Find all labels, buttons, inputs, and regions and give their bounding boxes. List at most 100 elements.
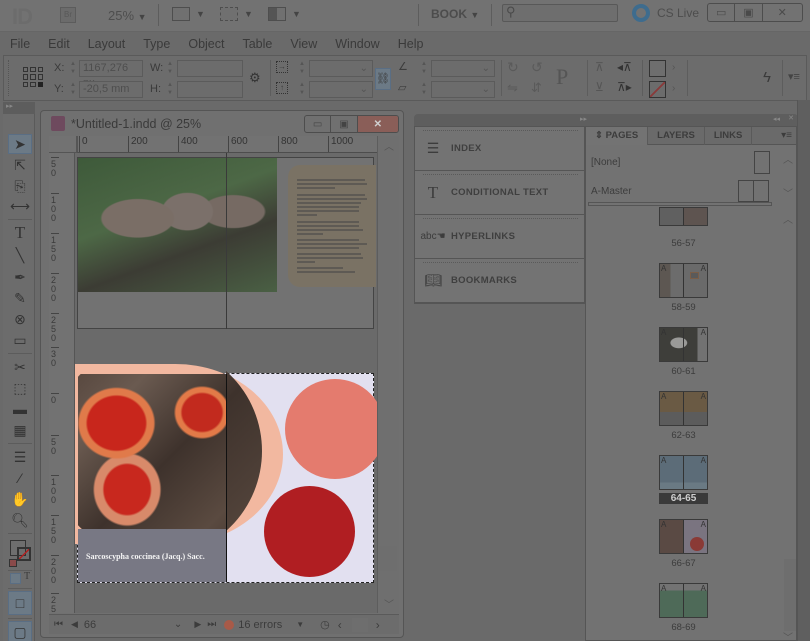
x-field[interactable]: 1167,276 px <box>79 60 143 89</box>
page-tool-icon[interactable]: ⎘ <box>8 176 32 196</box>
mushroom-photo[interactable] <box>78 158 277 292</box>
pasteboard[interactable]: Sarcoscypha coccinea (Jacq.) Sacc. <box>75 153 377 613</box>
shear-dropdown[interactable]: ⌄ <box>431 81 495 98</box>
panel-menu-icon[interactable]: ▾≡ <box>788 70 800 83</box>
dock-header[interactable]: ▸▸ ◂◂ ✕ <box>414 114 798 126</box>
scale-x-dropdown[interactable]: ⌄ <box>309 60 373 77</box>
document-minimize-button[interactable]: ▭ <box>305 116 332 132</box>
spread-label-selected[interactable]: 64-65 <box>659 493 708 504</box>
hand-tool-icon[interactable]: ✋ <box>8 489 32 509</box>
normal-view-mode-icon[interactable]: □ <box>8 591 32 615</box>
menu-help[interactable]: Help <box>398 37 424 51</box>
expand-panel-icon[interactable]: ▸▸ <box>3 102 35 114</box>
master-a-thumbnail-right[interactable] <box>753 180 769 202</box>
zoom-level-dropdown[interactable]: 25% ▼ <box>108 8 147 23</box>
reference-point-icon[interactable] <box>23 67 43 87</box>
select-next-object-icon[interactable]: ⊼▸ <box>617 80 632 94</box>
scroll-up-icon[interactable]: ︿ <box>783 211 793 226</box>
red-circle[interactable] <box>264 486 355 577</box>
tab-pages[interactable]: ⇕ PAGES <box>586 127 649 145</box>
chevron-down-icon[interactable]: ▼ <box>296 620 304 629</box>
rotate-cw-icon[interactable]: ↻ <box>507 59 519 76</box>
expand-dock-icon[interactable]: ▸▸ <box>580 115 587 123</box>
rectangle-tool-icon[interactable]: ▭ <box>8 330 32 350</box>
spread-thumbnail[interactable]: AA <box>659 455 708 490</box>
select-container-icon[interactable]: ⊼ <box>595 60 604 74</box>
master-a[interactable]: A-Master <box>591 186 632 197</box>
spread-label[interactable]: 56-57 <box>659 238 708 249</box>
photo-caption[interactable]: Sarcoscypha coccinea (Jacq.) Sacc. <box>86 552 205 561</box>
flip-horizontal-icon[interactable]: ⇋ <box>507 80 518 96</box>
y-field[interactable]: -20,5 mm <box>79 81 143 98</box>
screen-mode-icon[interactable]: ▢ <box>8 621 32 641</box>
restore-button[interactable]: ▣ <box>735 4 763 21</box>
direct-selection-tool-icon[interactable]: ⇱ <box>8 155 32 175</box>
document-close-button[interactable]: ✕ <box>357 116 398 132</box>
panel-index[interactable]: ☰ INDEX <box>415 127 586 171</box>
page-number-field[interactable]: 66 <box>84 619 174 631</box>
minimize-button[interactable]: ▭ <box>708 4 736 21</box>
gradient-feather-tool-icon[interactable]: ▦ <box>8 420 32 440</box>
gap-tool-icon[interactable]: ⟷ <box>8 196 32 216</box>
spread-label[interactable]: 66-67 <box>659 558 708 569</box>
fill-swatch[interactable] <box>649 60 666 77</box>
open-page-icon[interactable]: ◷ <box>320 618 330 631</box>
spread-thumbnail[interactable]: AA <box>659 327 708 362</box>
scale-y-stepper[interactable]: ▲ ▼ <box>297 81 307 98</box>
scroll-up-icon[interactable]: ︿ <box>384 138 394 153</box>
stroke-color-icon[interactable] <box>17 547 31 561</box>
pencil-tool-icon[interactable]: ✎ <box>8 288 32 308</box>
panel-conditional-text[interactable]: T CONDITIONAL TEXT <box>415 171 586 215</box>
scroll-right-icon[interactable]: › <box>376 618 380 632</box>
default-colors-icon[interactable] <box>9 559 17 567</box>
arrange-documents-button[interactable]: ▼ <box>268 7 301 21</box>
rotation-stepper[interactable]: ▲ ▼ <box>419 60 429 77</box>
cs-live-button[interactable]: CS Live <box>657 6 699 20</box>
menu-table[interactable]: Table <box>242 37 272 51</box>
bridge-button[interactable]: Br <box>60 7 76 23</box>
rotate-ccw-icon[interactable]: ↺ <box>531 59 543 76</box>
w-stepper[interactable]: ▲ ▼ <box>165 60 175 77</box>
shear-stepper[interactable]: ▲ ▼ <box>419 81 429 98</box>
chevron-down-icon[interactable]: ⌄ <box>174 619 182 630</box>
spread-active[interactable]: Sarcoscypha coccinea (Jacq.) Sacc. <box>75 364 377 583</box>
workspace-switcher[interactable]: BOOK ▼ <box>431 7 479 21</box>
panel-grip[interactable] <box>8 60 11 96</box>
scroll-down-icon[interactable]: ﹀ <box>783 629 793 641</box>
first-page-icon[interactable]: ⏮ <box>54 619 63 630</box>
selection-tool-icon[interactable]: ➤ <box>8 134 32 154</box>
preflight-status[interactable]: 16 errors <box>238 619 296 631</box>
master-none-thumbnail[interactable] <box>754 151 770 174</box>
formatting-container-icon[interactable] <box>10 573 21 584</box>
menu-file[interactable]: File <box>10 37 30 51</box>
spread-thumbnail[interactable]: AA <box>659 519 708 554</box>
scroll-left-icon[interactable]: ‹ <box>338 618 342 632</box>
note-tool-icon[interactable]: ☰ <box>8 447 32 467</box>
spread-label[interactable]: 62-63 <box>659 430 708 441</box>
rotation-dropdown[interactable]: ⌄ <box>431 60 495 77</box>
master-a-thumbnail-left[interactable] <box>738 180 754 202</box>
pages-scrollbar-thumb[interactable] <box>784 559 796 631</box>
spread-thumbnail[interactable]: AA <box>659 263 708 298</box>
spread-thumbnail[interactable]: AA <box>659 391 708 426</box>
menu-window[interactable]: Window <box>335 37 379 51</box>
quick-apply-icon[interactable]: ϟ <box>763 69 771 86</box>
collapse-dock-icon[interactable]: ◂◂ <box>773 115 780 123</box>
panel-splitter[interactable] <box>588 202 772 206</box>
stroke-swatch[interactable] <box>649 81 666 98</box>
horizontal-ruler[interactable]: 0 200 400 600 800 1000 1: <box>77 136 388 153</box>
scroll-down-icon[interactable]: ﹀ <box>783 185 793 200</box>
y-stepper[interactable]: ▲ ▼ <box>68 81 78 98</box>
last-page-icon[interactable]: ⏭ <box>207 619 216 630</box>
x-stepper[interactable]: ▲ ▼ <box>68 60 78 77</box>
scale-x-stepper[interactable]: ▲ ▼ <box>297 60 307 77</box>
tab-links[interactable]: LINKS <box>705 127 753 145</box>
previous-page-icon[interactable]: ◀ <box>71 619 78 630</box>
w-field[interactable] <box>177 60 243 77</box>
search-input[interactable]: ⚲ <box>502 4 618 22</box>
menu-type[interactable]: Type <box>143 37 170 51</box>
eyedropper-tool-icon[interactable]: ⁄ <box>8 468 32 488</box>
formatting-text-icon[interactable]: T <box>24 571 30 582</box>
document-vertical-scrollbar[interactable]: ︿ ﹀ <box>377 136 399 613</box>
master-none[interactable]: [None] <box>591 157 620 168</box>
